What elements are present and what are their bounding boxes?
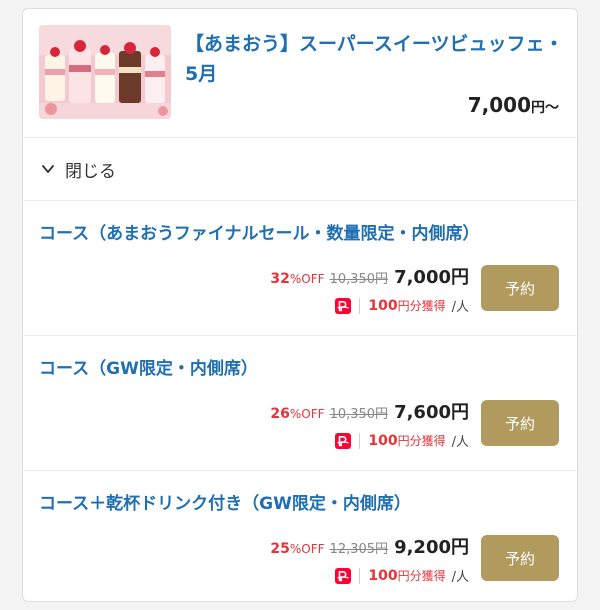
points-earned: 100円分獲得 [368,432,445,449]
plan-base-price: 7,000円〜 [468,93,559,117]
price-row: 25%OFF 12,305円 9,200円 [270,533,469,559]
course-item: コース＋乾杯ドリンク付き（GW限定・内側席） 25%OFF 12,305円 9,… [23,471,577,601]
points-label: 円分獲得 [397,569,446,583]
paypay-icon [335,432,352,449]
discount-value: 25 [270,541,290,557]
plan-price-value: 7,000 [467,93,531,117]
points-earned: 100円分獲得 [368,297,445,314]
points-value: 100 [368,298,398,314]
discount-off-label: %OFF [289,407,325,421]
paypay-icon [335,297,352,314]
collapse-toggle[interactable]: 閉じる [23,138,577,201]
paypay-icon [335,567,352,584]
course-item: コース（GW限定・内側席） 26%OFF 10,350円 7,600円 100円… [23,336,577,471]
divider [359,567,361,584]
discount-off-label: %OFF [289,272,325,286]
per-person-label: /人 [451,435,469,450]
plan-card: 【あまおう】スーパースイーツビュッフェ・5月 7,000円〜 閉じる コース（あ… [22,8,578,602]
discount-value: 32 [270,271,290,287]
points-earned: 100円分獲得 [368,567,445,584]
points-row: 100円分獲得 /人 [335,431,469,450]
plan-header: 【あまおう】スーパースイーツビュッフェ・5月 7,000円〜 [23,9,577,138]
points-row: 100円分獲得 /人 [335,566,469,585]
price-row: 32%OFF 10,350円 7,000円 [270,263,469,289]
discount-value: 26 [270,406,290,422]
course-name[interactable]: コース＋乾杯ドリンク付き（GW限定・内側席） [39,489,411,514]
plan-title[interactable]: 【あまおう】スーパースイーツビュッフェ・5月 [185,29,565,89]
course-price: 9,200円 [394,537,469,558]
course-name[interactable]: コース（あまおうファイナルセール・数量限定・内側席） [39,219,479,244]
discount-badge: 26%OFF [270,406,324,422]
collapse-label: 閉じる [65,161,116,182]
per-person-label: /人 [451,570,469,585]
reserve-button[interactable]: 予約 [481,400,559,446]
chevron-down-icon [42,165,54,173]
discount-badge: 32%OFF [270,271,324,287]
original-price: 12,305円 [329,542,389,557]
course-item: コース（あまおうファイナルセール・数量限定・内側席） 32%OFF 10,350… [23,201,577,336]
points-label: 円分獲得 [397,434,446,448]
course-price: 7,000円 [394,267,469,288]
points-row: 100円分獲得 /人 [335,296,469,315]
course-price: 7,600円 [394,402,469,423]
plan-price-suffix: 円〜 [531,100,559,116]
price-row: 26%OFF 10,350円 7,600円 [270,398,469,424]
divider [359,297,361,314]
plan-photo[interactable] [39,25,171,119]
reserve-button[interactable]: 予約 [481,265,559,311]
original-price: 10,350円 [329,272,389,287]
discount-off-label: %OFF [289,542,325,556]
discount-badge: 25%OFF [270,541,324,557]
points-value: 100 [368,433,398,449]
reserve-button[interactable]: 予約 [481,535,559,581]
points-value: 100 [368,568,398,584]
course-name[interactable]: コース（GW限定・内側席） [39,354,258,379]
original-price: 10,350円 [329,407,389,422]
divider [359,432,361,449]
per-person-label: /人 [451,300,469,315]
points-label: 円分獲得 [397,299,446,313]
